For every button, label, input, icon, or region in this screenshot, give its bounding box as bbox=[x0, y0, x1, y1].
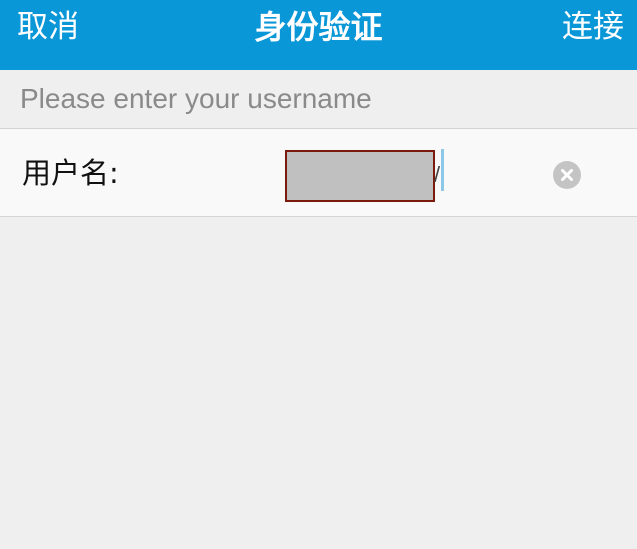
redaction-box bbox=[285, 150, 435, 202]
text-cursor bbox=[441, 149, 444, 191]
username-label: 用户名: bbox=[22, 156, 119, 190]
username-row: 用户名: / bbox=[0, 129, 637, 217]
clear-input-button[interactable] bbox=[553, 161, 581, 189]
section-header: Please enter your username bbox=[0, 70, 637, 129]
content-area bbox=[0, 217, 637, 549]
connect-button[interactable]: 连接 bbox=[562, 6, 624, 48]
navigation-bar: 取消 身份验证 连接 bbox=[0, 0, 637, 70]
username-hint: Please enter your username bbox=[20, 83, 372, 114]
clear-icon bbox=[561, 169, 573, 181]
page-title: 身份验证 bbox=[254, 8, 383, 46]
